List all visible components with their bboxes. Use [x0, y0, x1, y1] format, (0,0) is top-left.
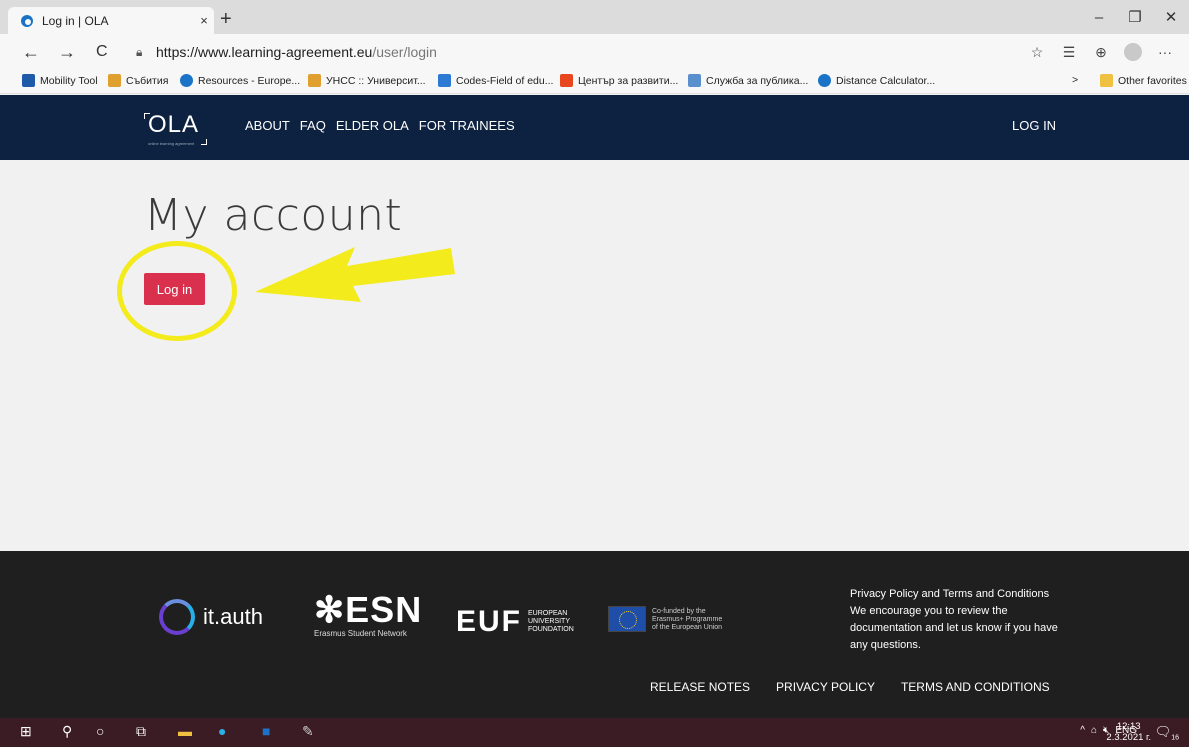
- ola-logo[interactable]: OLA online learning agreement: [144, 111, 208, 146]
- favorite-icon: [180, 74, 193, 87]
- favorite-icon: [438, 74, 451, 87]
- favorite-icon: [560, 74, 573, 87]
- favorite-item[interactable]: Mobility Tool: [22, 74, 98, 87]
- chevron-up-icon[interactable]: ^: [1080, 725, 1085, 736]
- folder-icon: [1100, 74, 1113, 87]
- lock-icon: 🔒︎: [136, 44, 143, 59]
- browser-tab[interactable]: Log in | OLA ×: [8, 7, 214, 34]
- collections-icon[interactable]: ⊕: [1085, 41, 1117, 63]
- main-content: My account Log in: [0, 160, 1189, 551]
- browser-tab-bar: Log in | OLA × + – ❐ ✕: [0, 0, 1189, 34]
- add-favorite-icon[interactable]: ☆: [1021, 41, 1053, 63]
- toolbar-icons: ☆ ☰ ⊕ ···: [1021, 41, 1181, 63]
- main-menu: ABOUT FAQ ELDER OLA FOR TRAINEES: [245, 118, 515, 133]
- arrow-annotation-icon: [255, 247, 455, 302]
- other-favorites[interactable]: Other favorites: [1100, 74, 1187, 87]
- favorite-item[interactable]: УНСС :: Университ...: [308, 74, 426, 87]
- back-button[interactable]: ←: [22, 40, 40, 64]
- address-bar-row: ← → C 🔒︎ https://www.learning-agreement.…: [0, 34, 1189, 70]
- release-notes-link[interactable]: RELEASE NOTES: [650, 680, 750, 694]
- windows-taskbar: ⊞ ⚲ ○ ⧉ ▬ ● ■ ✎ ^ ⌂ 🔇︎ ENG 12:13 2.3.202…: [0, 718, 1189, 747]
- file-explorer-icon[interactable]: ▬: [178, 723, 192, 739]
- profile-icon[interactable]: [1117, 41, 1149, 63]
- network-icon[interactable]: ⌂: [1091, 725, 1097, 736]
- close-tab-icon[interactable]: ×: [194, 13, 214, 28]
- privacy-notice: Privacy Policy and Terms and Conditions …: [850, 586, 1070, 654]
- window-controls: – ❐ ✕: [1081, 0, 1189, 34]
- task-view-icon[interactable]: ⧉: [136, 723, 146, 740]
- new-tab-button[interactable]: +: [220, 8, 232, 30]
- favorite-item[interactable]: Resources - Europe...: [180, 74, 300, 87]
- logo-bracket-icon: [144, 113, 150, 119]
- login-button[interactable]: Log in: [144, 273, 205, 305]
- favorite-icon: [818, 74, 831, 87]
- favorites-bar: Mobility Tool Събития Resources - Europe…: [0, 70, 1189, 94]
- favorite-item[interactable]: Център за развити...: [560, 74, 678, 87]
- paint-icon[interactable]: ✎: [302, 723, 314, 740]
- url-path: /user/login: [372, 44, 437, 60]
- favorite-item[interactable]: Codes-Field of edu...: [438, 74, 553, 87]
- menu-item-about[interactable]: ABOUT: [245, 118, 290, 133]
- maximize-button[interactable]: ❐: [1117, 0, 1153, 34]
- ithauth-ring-icon: [159, 599, 195, 635]
- footer-links: RELEASE NOTES PRIVACY POLICY TERMS AND C…: [650, 680, 1050, 694]
- minimize-button[interactable]: –: [1081, 0, 1117, 34]
- favorite-icon: [22, 74, 35, 87]
- favorite-icon: [108, 74, 121, 87]
- menu-item-for-trainees[interactable]: FOR TRAINEES: [419, 118, 515, 133]
- eu-cofunded-text: Co-funded by the Erasmus+ Programme of t…: [652, 608, 723, 631]
- terms-link[interactable]: TERMS AND CONDITIONS: [901, 680, 1050, 694]
- privacy-body: We encourage you to review the documenta…: [850, 605, 1058, 651]
- euf-logo[interactable]: EUF EUROPEAN UNIVERSITY FOUNDATION: [456, 605, 574, 639]
- site-header: OLA online learning agreement ABOUT FAQ …: [0, 95, 1189, 160]
- outlook-icon[interactable]: ■: [262, 723, 270, 739]
- edge-taskbar-icon[interactable]: ●: [218, 723, 226, 739]
- ithauth-logo[interactable]: it.auth: [159, 599, 263, 635]
- tab-title: Log in | OLA: [42, 13, 109, 28]
- menu-item-elder-ola[interactable]: ELDER OLA: [336, 118, 409, 133]
- close-window-button[interactable]: ✕: [1153, 0, 1189, 34]
- notifications-icon[interactable]: 🗨︎16: [1155, 724, 1179, 742]
- favorite-icon: [308, 74, 321, 87]
- search-icon[interactable]: ⚲: [62, 723, 72, 740]
- url-host: https://www.learning-agreement.eu: [156, 44, 373, 60]
- favorite-icon: [688, 74, 701, 87]
- header-login-link[interactable]: LOG IN: [1012, 118, 1056, 133]
- privacy-policy-link[interactable]: PRIVACY POLICY: [776, 680, 875, 694]
- site-footer: it.auth ✻ESN Erasmus Student Network EUF…: [0, 551, 1189, 718]
- clock[interactable]: 12:13 2.3.2021 г.: [1106, 721, 1151, 743]
- favorite-item[interactable]: Събития: [108, 74, 168, 87]
- forward-button[interactable]: →: [58, 40, 76, 64]
- edge-icon: [21, 14, 33, 27]
- logo-bracket-icon: [201, 139, 208, 145]
- eu-flag-icon: [608, 606, 646, 632]
- cortana-icon[interactable]: ○: [96, 723, 104, 739]
- windows-start-icon[interactable]: ⊞: [20, 723, 32, 740]
- favorite-item[interactable]: Служба за публика...: [688, 74, 808, 87]
- favorites-overflow-button[interactable]: >: [1072, 74, 1078, 86]
- esn-logo[interactable]: ✻ESN Erasmus Student Network: [314, 591, 422, 639]
- favorites-icon[interactable]: ☰: [1053, 41, 1085, 63]
- more-menu-icon[interactable]: ···: [1149, 41, 1181, 63]
- url-field[interactable]: 🔒︎ https://www.learning-agreement.eu/use…: [136, 41, 437, 63]
- reload-button[interactable]: C: [96, 40, 108, 64]
- privacy-title: Privacy Policy and Terms and Conditions: [850, 588, 1050, 600]
- menu-item-faq[interactable]: FAQ: [300, 118, 326, 133]
- page-title: My account: [144, 190, 403, 241]
- favorite-item[interactable]: Distance Calculator...: [818, 74, 935, 87]
